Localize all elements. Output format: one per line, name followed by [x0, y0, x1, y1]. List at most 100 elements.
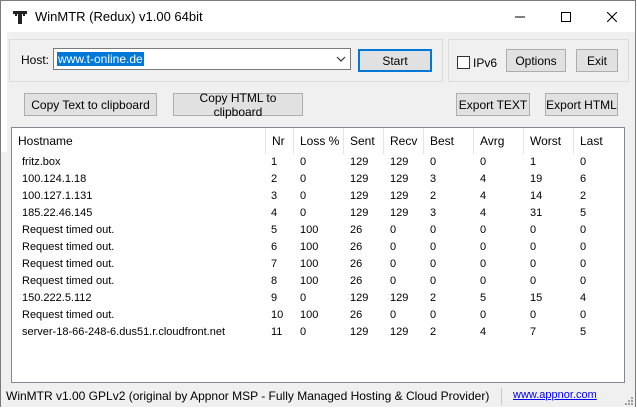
cell-nr: 7 [271, 258, 278, 270]
cell-last: 5 [580, 326, 587, 338]
cell-nr: 10 [271, 309, 284, 321]
status-separator [501, 388, 502, 405]
ipv6-checkbox[interactable] [457, 56, 470, 69]
appnor-link[interactable]: www.appnor.com [513, 389, 597, 401]
cell-nr: 9 [271, 292, 278, 304]
cell-worst: 31 [530, 207, 543, 219]
cell-best: 0 [430, 156, 437, 168]
column-header-last[interactable]: Last [574, 128, 624, 154]
cell-loss: 100 [300, 275, 319, 287]
copy-html-button[interactable]: Copy HTML to clipboard [173, 91, 303, 119]
cell-recv: 0 [390, 224, 397, 236]
cell-hostname: Request timed out. [22, 224, 115, 236]
close-button[interactable] [589, 1, 635, 32]
minimize-icon [515, 16, 525, 17]
cell-nr: 8 [271, 275, 278, 287]
cell-worst: 0 [530, 224, 537, 236]
cell-avrg: 4 [480, 173, 487, 185]
cell-worst: 15 [530, 292, 543, 304]
cell-nr: 11 [271, 326, 283, 338]
host-input-text[interactable]: www.t-online.de [57, 52, 144, 66]
dropdown-arrow-icon[interactable] [336, 54, 346, 64]
cell-sent: 129 [350, 326, 369, 338]
cell-hostname: 150.222.5.112 [22, 292, 92, 304]
cell-loss: 0 [300, 326, 307, 338]
cell-sent: 129 [350, 190, 369, 202]
cell-sent: 26 [350, 241, 363, 253]
start-button[interactable]: Start [358, 49, 432, 72]
cell-recv: 129 [390, 173, 409, 185]
minimize-button[interactable] [497, 1, 543, 32]
cell-avrg: 4 [480, 207, 487, 219]
cell-loss: 0 [300, 207, 307, 219]
column-header-nr[interactable]: Nr [266, 128, 294, 154]
cell-nr: 4 [271, 207, 278, 219]
table-row[interactable]: Request timed out. 7 100 26 0 0 0 0 0 [12, 256, 624, 273]
cell-nr: 3 [271, 190, 278, 202]
cell-sent: 129 [350, 173, 369, 185]
table-row[interactable]: 150.222.5.112 9 0 129 129 2 5 15 4 [12, 290, 624, 307]
table-row[interactable]: Request timed out. 5 100 26 0 0 0 0 0 [12, 222, 624, 239]
column-header-worst[interactable]: Worst [524, 128, 574, 154]
table-row[interactable]: Request timed out. 10 100 26 0 0 0 0 0 [12, 307, 624, 324]
cell-sent: 26 [350, 258, 363, 270]
winmtr-window: WinMTR (Redux) v1.00 64bit Host: www.t-o… [0, 0, 636, 407]
cell-avrg: 4 [480, 326, 487, 338]
column-header-hostname[interactable]: Hostname [12, 128, 266, 154]
cell-best: 2 [430, 326, 437, 338]
exit-button[interactable]: Exit [576, 49, 618, 72]
results-table[interactable]: Hostname Nr Loss % Sent Recv Best Avrg W… [11, 127, 625, 383]
cell-last: 2 [580, 190, 587, 202]
table-row[interactable]: server-18-66-248-6.dus51.r.cloudfront.ne… [12, 324, 624, 341]
cell-sent: 129 [350, 156, 369, 168]
cell-recv: 129 [390, 156, 409, 168]
title-bar[interactable]: WinMTR (Redux) v1.00 64bit [1, 1, 635, 32]
cell-worst: 0 [530, 241, 537, 253]
cell-recv: 129 [390, 190, 409, 202]
cell-last: 0 [580, 275, 587, 287]
table-row[interactable]: fritz.box 1 0 129 129 0 0 1 0 [12, 154, 624, 171]
table-row[interactable]: 100.124.1.18 2 0 129 129 3 4 19 6 [12, 171, 624, 188]
cell-last: 6 [580, 173, 587, 185]
table-row[interactable]: 100.127.1.131 3 0 129 129 2 4 14 2 [12, 188, 624, 205]
cell-hostname: server-18-66-248-6.dus51.r.cloudfront.ne… [22, 326, 226, 338]
host-combobox[interactable]: www.t-online.de [53, 48, 351, 70]
size-grip-icon[interactable] [623, 395, 633, 405]
options-button[interactable]: Options [506, 49, 566, 72]
cell-worst: 0 [530, 258, 537, 270]
export-html-button[interactable]: Export HTML [545, 93, 618, 116]
column-header-recv[interactable]: Recv [384, 128, 424, 154]
cell-best: 3 [430, 207, 437, 219]
cell-best: 2 [430, 292, 437, 304]
host-label: Host: [21, 53, 50, 67]
maximize-icon [561, 11, 571, 22]
cell-avrg: 0 [480, 224, 487, 236]
export-text-button[interactable]: Export TEXT [456, 93, 530, 116]
cell-loss: 0 [300, 173, 307, 185]
copy-text-button[interactable]: Copy Text to clipboard [24, 93, 157, 116]
table-row[interactable]: Request timed out. 8 100 26 0 0 0 0 0 [12, 273, 624, 290]
cell-recv: 0 [390, 275, 397, 287]
cell-last: 0 [580, 156, 587, 168]
cell-nr: 1 [271, 156, 278, 168]
cell-best: 2 [430, 190, 437, 202]
cell-nr: 2 [271, 173, 278, 185]
status-text: WinMTR v1.00 GPLv2 (original by Appnor M… [6, 389, 490, 403]
cell-hostname: 185.22.46.145 [22, 207, 93, 219]
table-row[interactable]: Request timed out. 6 100 26 0 0 0 0 0 [12, 239, 624, 256]
cell-avrg: 5 [480, 292, 487, 304]
cell-sent: 129 [350, 207, 369, 219]
cell-avrg: 0 [480, 275, 487, 287]
cell-worst: 1 [530, 156, 537, 168]
column-header-sent[interactable]: Sent [344, 128, 384, 154]
cell-loss: 100 [300, 258, 319, 270]
maximize-button[interactable] [543, 1, 589, 32]
column-header-loss[interactable]: Loss % [294, 128, 344, 154]
cell-avrg: 4 [480, 190, 487, 202]
table-row[interactable]: 185.22.46.145 4 0 129 129 3 4 31 5 [12, 205, 624, 222]
cell-hostname: 100.124.1.18 [22, 173, 87, 185]
cell-last: 0 [580, 258, 587, 270]
column-header-avrg[interactable]: Avrg [474, 128, 524, 154]
cell-loss: 0 [300, 292, 307, 304]
column-header-best[interactable]: Best [424, 128, 474, 154]
